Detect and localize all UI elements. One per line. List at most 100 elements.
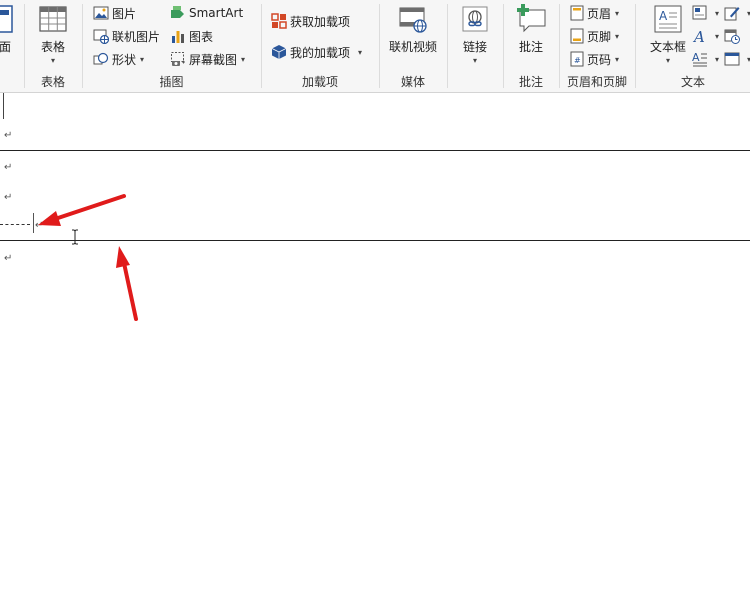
shapes-icon (93, 52, 109, 65)
header-label: 页眉 (587, 6, 612, 21)
quick-parts-icon (692, 5, 707, 20)
chart-icon (172, 31, 184, 43)
quick-parts-button[interactable]: ▾ (692, 3, 719, 23)
links-group: 链接 ▾ (448, 0, 502, 92)
illustrations-group-label: 插图 (159, 75, 184, 89)
table-button-label: 表格 (40, 40, 65, 54)
smartart-icon (171, 6, 184, 18)
chart-label: 图表 (189, 29, 214, 44)
text-box-icon: A (654, 5, 682, 33)
annotation-arrows (38, 194, 138, 321)
chevron-down-icon: ▾ (715, 8, 720, 18)
ribbon: 面 表格 ▾ 表格 图片 联机图片 形状 ▾ SmartArt 图表 屏幕截图 … (0, 0, 750, 93)
chevron-down-icon: ▾ (140, 54, 145, 64)
page-number-button[interactable]: # 页码 ▾ (570, 49, 619, 69)
header-button[interactable]: 页眉 ▾ (570, 3, 619, 23)
picture-icon (93, 6, 109, 20)
table-icon (39, 6, 67, 32)
online-video-icon (399, 7, 427, 33)
links-button[interactable]: 链接 ▾ (454, 4, 496, 65)
pages-group: 面 (0, 0, 14, 92)
new-comment-button[interactable]: 批注 (510, 4, 552, 55)
shapes-button[interactable]: 形状 ▾ (93, 49, 144, 69)
header-icon (570, 5, 584, 21)
signature-line-button[interactable]: ▾ (724, 3, 750, 23)
svg-text:#: # (574, 56, 581, 65)
object-icon (724, 52, 740, 66)
date-time-button[interactable] (724, 26, 743, 46)
comments-group: 批注 批注 (504, 0, 558, 92)
addins-group: 获取加载项 我的加载项 ▾ 加载项 (262, 0, 378, 92)
chevron-down-icon: ▾ (715, 54, 720, 64)
chevron-down-icon: ▾ (715, 31, 720, 41)
smartart-button[interactable]: SmartArt (170, 3, 243, 23)
screenshot-button[interactable]: 屏幕截图 ▾ (170, 49, 245, 69)
pages-button-label: 面 (0, 40, 11, 54)
screenshot-icon (171, 52, 185, 66)
online-video-label: 联机视频 (388, 40, 437, 54)
header-footer-group-label: 页眉和页脚 (566, 75, 627, 89)
my-addins-label: 我的加载项 (290, 45, 351, 60)
table-button[interactable]: 表格 ▾ (33, 4, 73, 65)
text-group-label: 文本 (680, 75, 705, 89)
chevron-down-icon: ▾ (615, 54, 620, 64)
text-box-button[interactable]: A 文本框 ▾ (644, 4, 692, 65)
cover-page-icon (0, 5, 13, 33)
addins-group-label: 加载项 (301, 75, 338, 89)
red-arrow-icon (116, 246, 138, 321)
media-group: 联机视频 媒体 (380, 0, 446, 92)
text-box-label: 文本框 (649, 40, 686, 54)
tables-group-label: 表格 (40, 75, 65, 89)
picture-label: 图片 (112, 6, 137, 21)
chevron-down-icon: ▾ (665, 56, 670, 65)
insert-object-button[interactable]: ▾ (724, 49, 750, 69)
new-comment-label: 批注 (518, 40, 543, 54)
links-button-label: 链接 (462, 40, 487, 54)
page-number-label: 页码 (587, 52, 612, 67)
drop-cap-button[interactable]: A ▾ (692, 49, 719, 69)
drop-cap-icon: A (692, 51, 707, 67)
footer-button[interactable]: 页脚 ▾ (570, 26, 619, 46)
header-footer-group: 页眉 ▾ 页脚 ▾ # 页码 ▾ 页眉和页脚 (560, 0, 634, 92)
addin-cube-icon (271, 45, 287, 59)
page-number-icon: # (570, 51, 584, 67)
online-picture-button[interactable]: 联机图片 (93, 26, 160, 46)
smartart-label: SmartArt (189, 6, 244, 20)
svg-text:A: A (659, 9, 668, 23)
text-group: A 文本框 ▾ ▾ A ▾ A ▾ ▾ ▾ 文本 (636, 0, 750, 92)
chevron-down-icon: ▾ (358, 47, 363, 57)
signature-line-icon (724, 7, 740, 21)
pages-button[interactable]: 面 (0, 4, 14, 55)
document-canvas[interactable]: ↵ ↵ ↵ ↵ ↵ (0, 93, 750, 600)
my-addins-button[interactable]: 我的加载项 ▾ (271, 42, 362, 62)
new-comment-icon (517, 4, 546, 33)
footer-label: 页脚 (587, 29, 612, 44)
link-icon (462, 6, 488, 32)
store-icon (271, 13, 287, 29)
chevron-down-icon: ▾ (615, 31, 620, 41)
date-time-icon (724, 29, 740, 44)
chevron-down-icon: ▾ (50, 56, 55, 65)
media-group-label: 媒体 (400, 75, 425, 89)
chart-button[interactable]: 图表 (170, 26, 213, 46)
screenshot-label: 屏幕截图 (189, 52, 238, 67)
chevron-down-icon: ▾ (241, 54, 246, 64)
online-picture-icon (93, 29, 109, 44)
online-video-button[interactable]: 联机视频 (385, 4, 441, 55)
illustrations-group: 图片 联机图片 形状 ▾ SmartArt 图表 屏幕截图 ▾ 插图 (83, 0, 260, 92)
red-arrow-icon (38, 194, 126, 226)
tables-group: 表格 ▾ 表格 (25, 0, 81, 92)
picture-button[interactable]: 图片 (93, 3, 136, 23)
wordart-icon: A (692, 28, 705, 44)
get-addins-label: 获取加载项 (290, 14, 351, 29)
get-addins-button[interactable]: 获取加载项 (271, 11, 350, 31)
shapes-label: 形状 (112, 52, 137, 67)
comments-group-label: 批注 (518, 75, 543, 89)
svg-text:A: A (692, 28, 705, 44)
chevron-down-icon: ▾ (472, 56, 477, 65)
footer-icon (570, 28, 584, 44)
chevron-down-icon: ▾ (615, 8, 620, 18)
online-picture-label: 联机图片 (112, 29, 161, 44)
wordart-button[interactable]: A ▾ (692, 26, 719, 46)
svg-text:A: A (692, 51, 700, 64)
